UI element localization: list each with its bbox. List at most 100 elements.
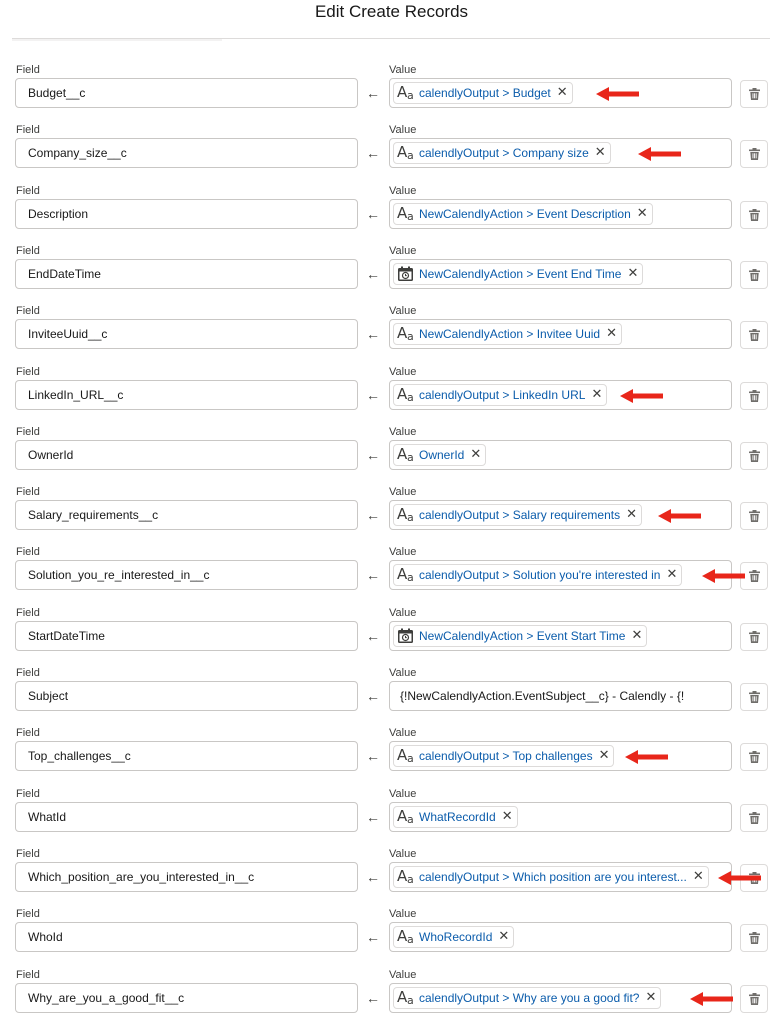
delete-row-button[interactable] [740, 743, 768, 772]
value-input[interactable]: Aa calendlyOutput > Budget ✕ [389, 78, 732, 108]
delete-row-button[interactable] [740, 984, 768, 1013]
resource-pill[interactable]: Aa calendlyOutput > Solution you're inter… [393, 564, 683, 587]
field-input[interactable]: Company_size__c [15, 138, 358, 169]
delete-row-button[interactable] [740, 321, 768, 350]
field-input[interactable]: Which_position_are_you_interested_in__c [15, 861, 358, 892]
field-input[interactable]: Budget__c [15, 78, 358, 108]
resource-pill[interactable]: Aa calendlyOutput > Salary requirements ✕ [393, 504, 643, 527]
resource-pill-label: calendlyOutput > Top challenges [419, 749, 593, 764]
close-icon[interactable]: ✕ [666, 565, 677, 585]
left-arrow-icon: ← [366, 507, 380, 524]
field-input[interactable]: InviteeUuid__c [15, 319, 358, 350]
text-type-icon: Aa [397, 505, 414, 525]
field-label: Field [16, 184, 40, 197]
field-input[interactable]: OwnerId [15, 439, 358, 470]
field-input[interactable]: LinkedIn_URL__c [15, 379, 358, 410]
trash-icon [749, 811, 760, 824]
close-icon[interactable]: ✕ [591, 385, 602, 405]
resource-pill[interactable]: Aa calendlyOutput > Why are you a good fi… [393, 986, 662, 1009]
close-icon[interactable]: ✕ [498, 927, 509, 947]
field-input[interactable]: Subject [15, 681, 358, 711]
trash-icon [749, 148, 760, 161]
left-arrow-icon: ← [366, 627, 380, 644]
resource-pill[interactable]: Aa calendlyOutput > LinkedIn URL ✕ [393, 383, 608, 406]
red-arrow-annotation [620, 388, 663, 403]
resource-pill[interactable]: NewCalendlyAction > Event End Time ✕ [393, 262, 644, 285]
resource-pill[interactable]: Aa calendlyOutput > Company size ✕ [393, 142, 611, 165]
close-icon[interactable]: ✕ [631, 626, 642, 646]
resource-pill[interactable]: Aa NewCalendlyAction > Event Description ✕ [393, 202, 653, 225]
close-icon[interactable]: ✕ [599, 746, 610, 766]
resource-pill[interactable]: Aa WhoRecordId ✕ [393, 926, 515, 949]
value-label: Value [389, 908, 417, 921]
field-input[interactable]: Description [15, 198, 358, 229]
value-input[interactable]: Aa OwnerId ✕ [389, 439, 732, 470]
field-input[interactable]: StartDateTime [15, 620, 358, 651]
resource-pill[interactable]: Aa calendlyOutput > Top challenges ✕ [393, 745, 615, 768]
field-label: Field [16, 546, 40, 559]
close-icon[interactable]: ✕ [557, 83, 568, 103]
resource-pill[interactable]: Aa OwnerId ✕ [393, 443, 487, 466]
delete-row-button[interactable] [740, 803, 768, 832]
value-input[interactable]: Aa calendlyOutput > LinkedIn URL ✕ [389, 379, 732, 410]
field-input[interactable]: Why_are_you_a_good_fit__c [15, 982, 358, 1013]
resource-pill-label: NewCalendlyAction > Invitee Uuid [419, 327, 601, 342]
field-input[interactable]: Top_challenges__c [15, 741, 358, 772]
field-label: Field [16, 727, 40, 740]
field-input[interactable]: Solution_you_re_interested_in__c [15, 560, 358, 591]
close-icon[interactable]: ✕ [606, 324, 617, 344]
field-input[interactable]: EndDateTime [15, 258, 358, 289]
resource-pill-label: calendlyOutput > Company size [419, 146, 589, 161]
value-input[interactable]: NewCalendlyAction > Event Start Time ✕ [389, 620, 732, 651]
text-type-icon: Aa [397, 143, 414, 163]
delete-row-button[interactable] [740, 924, 768, 953]
mapping-row: Field Value LinkedIn_URL__c ← Aa calendlyOutp… [0, 365, 783, 425]
resource-pill[interactable]: NewCalendlyAction > Event Start Time ✕ [393, 624, 648, 647]
close-icon[interactable]: ✕ [595, 143, 606, 163]
resource-pill-label: calendlyOutput > LinkedIn URL [419, 387, 586, 402]
field-label: Field [16, 968, 40, 981]
delete-row-button[interactable] [740, 200, 768, 229]
left-arrow-icon: ← [366, 386, 380, 403]
field-input[interactable]: WhatId [15, 801, 358, 832]
delete-row-button[interactable] [740, 80, 768, 108]
delete-row-button[interactable] [740, 502, 768, 531]
close-icon[interactable]: ✕ [470, 445, 481, 465]
value-input[interactable]: Aa WhoRecordId ✕ [389, 922, 732, 953]
delete-row-button[interactable] [740, 622, 768, 651]
close-icon[interactable]: ✕ [637, 204, 648, 224]
resource-pill[interactable]: Aa calendlyOutput > Which position are yo… [393, 865, 709, 888]
value-input[interactable]: NewCalendlyAction > Event End Time ✕ [389, 258, 732, 289]
resource-pill[interactable]: Aa WhatRecordId ✕ [393, 805, 518, 828]
value-input[interactable]: Aa WhatRecordId ✕ [389, 801, 732, 832]
close-icon[interactable]: ✕ [626, 505, 637, 525]
resource-pill[interactable]: Aa NewCalendlyAction > Invitee Uuid ✕ [393, 323, 623, 346]
text-type-icon: Aa [397, 866, 414, 886]
delete-row-button[interactable] [740, 260, 768, 289]
delete-row-button[interactable] [740, 441, 768, 470]
value-input[interactable]: Aa calendlyOutput > Why are you a good fi… [389, 982, 732, 1013]
resource-pill-label: NewCalendlyAction > Event Start Time [419, 628, 626, 643]
delete-row-button[interactable] [740, 381, 768, 410]
field-label: Field [16, 486, 40, 499]
value-input[interactable]: Aa calendlyOutput > Solution you're inter… [389, 560, 732, 591]
value-input[interactable]: Aa NewCalendlyAction > Event Description ✕ [389, 198, 732, 229]
red-arrow-annotation [638, 147, 681, 162]
trash-icon [749, 329, 760, 342]
value-input[interactable]: Aa NewCalendlyAction > Invitee Uuid ✕ [389, 319, 732, 350]
delete-row-button[interactable] [740, 140, 768, 169]
field-input[interactable]: WhoId [15, 922, 358, 953]
field-input[interactable]: Salary_requirements__c [15, 500, 358, 531]
close-icon[interactable]: ✕ [645, 988, 656, 1008]
value-input[interactable]: Aa calendlyOutput > Top challenges ✕ [389, 741, 732, 772]
mapping-row: Field Value EndDateTime ← NewCalendlyAction … [0, 244, 783, 304]
calendar-icon [396, 265, 416, 283]
delete-row-button[interactable] [740, 683, 768, 711]
value-input[interactable]: {!NewCalendlyAction.EventSubject__c} - C… [389, 681, 732, 711]
close-icon[interactable]: ✕ [693, 867, 704, 887]
value-label: Value [389, 486, 417, 499]
close-icon[interactable]: ✕ [502, 807, 513, 827]
resource-pill[interactable]: Aa calendlyOutput > Budget ✕ [393, 82, 573, 104]
close-icon[interactable]: ✕ [627, 264, 638, 284]
value-input[interactable]: Aa calendlyOutput > Which position are yo… [389, 861, 732, 892]
